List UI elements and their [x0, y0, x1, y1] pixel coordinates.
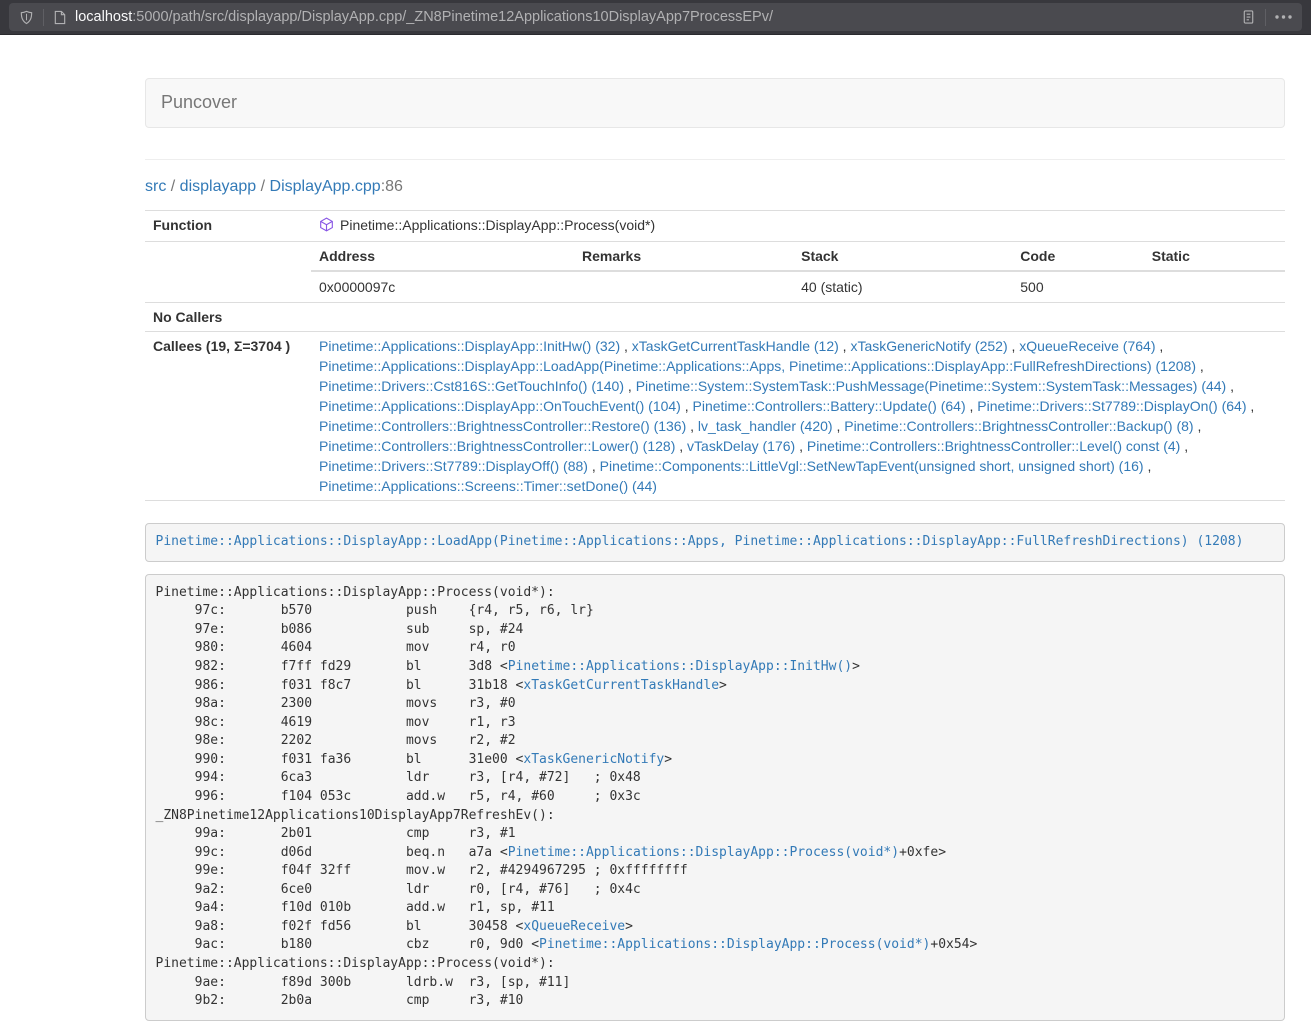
function-name: Pinetime::Applications::DisplayApp::Proc…	[340, 217, 655, 233]
callee-link[interactable]: Pinetime::Applications::DisplayApp::Load…	[319, 358, 1196, 374]
function-row: Function Pinetime::Applications::Display…	[145, 211, 1285, 242]
breadcrumb-link[interactable]: src	[145, 178, 166, 195]
no-callers-label: No Callers	[145, 303, 311, 332]
disassembly-symbol-link[interactable]: xTaskGenericNotify	[523, 752, 664, 767]
shield-icon[interactable]	[19, 10, 34, 25]
column-header: Remarks	[574, 242, 793, 271]
breadcrumb: src / displayapp / DisplayApp.cpp:86	[145, 177, 1285, 196]
stats-value-row: 0x0000097c 40 (static)500	[311, 271, 1285, 302]
column-header: Stack	[793, 242, 1012, 271]
table-cell: 0x0000097c	[311, 271, 574, 302]
callee-link[interactable]: Pinetime::Components::LittleVgl::SetNewT…	[600, 458, 1144, 474]
cube-icon	[319, 217, 334, 237]
breadcrumb-link[interactable]: DisplayApp.cpp	[270, 178, 381, 195]
urlbar-divider	[43, 9, 44, 26]
callee-link[interactable]: Pinetime::Applications::DisplayApp::Init…	[319, 338, 620, 354]
disassembly-symbol-link[interactable]: Pinetime::Applications::DisplayApp::Init…	[508, 659, 852, 674]
page-icon	[53, 10, 67, 25]
callee-link[interactable]: xTaskGenericNotify (252)	[850, 338, 1007, 354]
table-cell	[1144, 271, 1285, 302]
highlighted-symbol: Pinetime::Applications::DisplayApp::Load…	[145, 523, 1285, 562]
callee-link[interactable]: Pinetime::Controllers::BrightnessControl…	[319, 418, 686, 434]
browser-toolbar: localhost:5000/path/src/displayapp/Displ…	[0, 0, 1311, 35]
disassembly-symbol-link[interactable]: Pinetime::Applications::DisplayApp::Proc…	[539, 937, 930, 952]
callee-link[interactable]: Pinetime::Controllers::BrightnessControl…	[807, 438, 1180, 454]
stats-header-row: AddressRemarksStackCodeStatic	[311, 242, 1285, 271]
callee-link[interactable]: Pinetime::Drivers::Cst816S::GetTouchInfo…	[319, 378, 624, 394]
reader-mode-icon[interactable]	[1241, 9, 1256, 25]
callee-link[interactable]: Pinetime::Controllers::BrightnessControl…	[844, 418, 1193, 434]
callees-label: Callees (19, Σ=3704 )	[145, 332, 311, 501]
disassembly: Pinetime::Applications::DisplayApp::Proc…	[145, 574, 1285, 1021]
empty-cell	[145, 242, 311, 303]
app-brand[interactable]: Puncover	[146, 90, 252, 116]
stats-row: AddressRemarksStackCodeStatic 0x0000097c…	[145, 242, 1285, 303]
breadcrumb-link[interactable]: displayapp	[180, 178, 257, 195]
table-cell: 40 (static)	[793, 271, 1012, 302]
callee-link[interactable]: Pinetime::Applications::DisplayApp::OnTo…	[319, 398, 681, 414]
app-navbar: Puncover	[145, 78, 1285, 128]
column-header: Code	[1012, 242, 1143, 271]
no-callers-row: No Callers	[145, 303, 1285, 332]
callee-link[interactable]: Pinetime::Drivers::St7789::DisplayOn() (…	[977, 398, 1246, 414]
highlighted-symbol-link[interactable]: Pinetime::Applications::DisplayApp::Load…	[156, 534, 1244, 549]
callee-link[interactable]: xQueueReceive (764)	[1019, 338, 1155, 354]
disassembly-symbol-link[interactable]: xTaskGetCurrentTaskHandle	[523, 678, 719, 693]
callee-link[interactable]: Pinetime::System::SystemTask::PushMessag…	[636, 378, 1227, 394]
stats-table: AddressRemarksStackCodeStatic 0x0000097c…	[311, 242, 1285, 302]
divider	[145, 159, 1285, 160]
urlbar-divider	[1265, 9, 1266, 26]
disassembly-symbol-link[interactable]: Pinetime::Applications::DisplayApp::Proc…	[508, 845, 899, 860]
table-cell	[574, 271, 793, 302]
menu-icon[interactable]	[1275, 15, 1292, 19]
column-header: Static	[1144, 242, 1285, 271]
callee-link[interactable]: Pinetime::Drivers::St7789::DisplayOff() …	[319, 458, 588, 474]
url-path: :5000/path/src/displayapp/DisplayApp.cpp…	[132, 9, 773, 25]
callee-link[interactable]: Pinetime::Controllers::Battery::Update()…	[693, 398, 966, 414]
table-cell: 500	[1012, 271, 1143, 302]
callee-link[interactable]: vTaskDelay (176)	[687, 438, 795, 454]
page-content: Puncover src / displayapp / DisplayApp.c…	[145, 78, 1285, 1021]
callee-link[interactable]: lv_task_handler (420)	[698, 418, 833, 434]
callee-link[interactable]: Pinetime::Applications::Screens::Timer::…	[319, 478, 657, 494]
disassembly-symbol-link[interactable]: xQueueReceive	[523, 919, 625, 934]
url-text[interactable]: localhost:5000/path/src/displayapp/Displ…	[75, 7, 1241, 28]
column-header: Address	[311, 242, 574, 271]
callees-row: Callees (19, Σ=3704 ) Pinetime::Applicat…	[145, 332, 1285, 501]
callee-link[interactable]: xTaskGetCurrentTaskHandle (12)	[632, 338, 839, 354]
url-bar[interactable]: localhost:5000/path/src/displayapp/Displ…	[9, 3, 1302, 31]
function-label: Function	[145, 211, 311, 242]
url-host: localhost	[75, 9, 132, 25]
callees-list: Pinetime::Applications::DisplayApp::Init…	[311, 332, 1285, 501]
function-table: Function Pinetime::Applications::Display…	[145, 210, 1285, 501]
callee-link[interactable]: Pinetime::Controllers::BrightnessControl…	[319, 438, 675, 454]
